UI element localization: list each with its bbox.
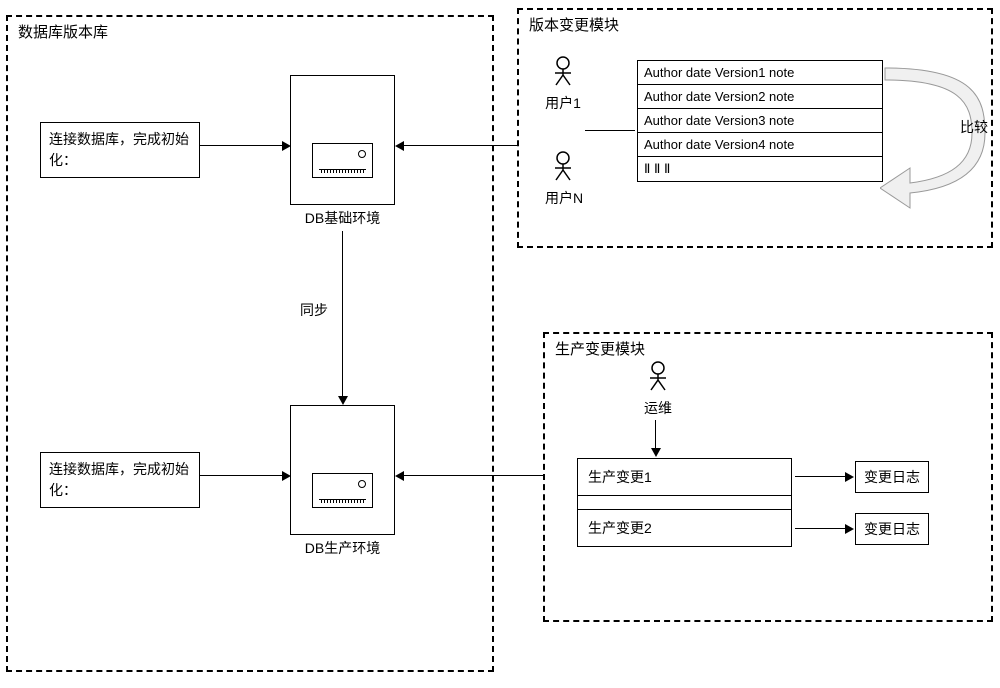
prod-change-row: 生产变更1 xyxy=(578,459,792,496)
arrow-prod2-log xyxy=(795,528,845,529)
arrow-prod-to-server xyxy=(404,475,543,476)
arrow-prod1-log xyxy=(795,476,845,477)
arrowhead-init-top xyxy=(282,141,291,151)
version-row: Author date Version4 note xyxy=(638,133,883,157)
arrowhead-version xyxy=(395,141,404,151)
compare-arrow-icon xyxy=(880,58,995,216)
line-users-to-table xyxy=(585,130,635,131)
init-box-bottom: 连接数据库，完成初始化： xyxy=(40,452,200,508)
user-ops: 运维 xyxy=(640,360,676,418)
log-box-2: 变更日志 xyxy=(855,513,929,545)
prod-change-row: 生产变更2 xyxy=(578,510,792,547)
version-row: Author date Version3 note xyxy=(638,109,883,133)
arrow-sync xyxy=(342,231,343,396)
db-repo-region: 数据库版本库 xyxy=(6,15,494,672)
arrowhead-prod xyxy=(395,471,404,481)
arrowhead-ops xyxy=(651,448,661,457)
arrowhead-sync xyxy=(338,396,348,405)
log-box-1: 变更日志 xyxy=(855,461,929,493)
table-spacer xyxy=(578,496,792,510)
arrow-version-to-server xyxy=(404,145,517,146)
arrowhead-init-bottom xyxy=(282,471,291,481)
arrowhead-prod1-log xyxy=(845,472,854,482)
db-repo-title: 数据库版本库 xyxy=(18,21,108,42)
user-icon xyxy=(549,55,577,91)
user-n-label: 用户N xyxy=(545,188,581,208)
init-box-top: 连接数据库，完成初始化： xyxy=(40,122,200,178)
server-prod: DB生产环境 xyxy=(290,405,395,535)
prod-change-title: 生产变更模块 xyxy=(555,338,645,359)
user-1-label: 用户1 xyxy=(545,93,581,113)
user-ops-label: 运维 xyxy=(640,398,676,418)
version-row: Author date Version2 note xyxy=(638,85,883,109)
compare-label: 比较 xyxy=(960,117,988,137)
user-icon xyxy=(644,360,672,396)
version-change-title: 版本变更模块 xyxy=(529,14,619,35)
arrow-init-to-server-top xyxy=(200,145,282,146)
arrow-ops-to-prodtable xyxy=(655,420,656,450)
version-row: Ⅱ Ⅱ Ⅱ xyxy=(638,157,883,182)
user-icon xyxy=(549,150,577,186)
version-table: Author date Version1 note Author date Ve… xyxy=(637,60,883,182)
prod-change-table: 生产变更1 生产变更2 xyxy=(577,458,792,547)
sync-label: 同步 xyxy=(300,300,328,320)
user-1: 用户1 xyxy=(545,55,581,113)
server-base: DB基础环境 xyxy=(290,75,395,205)
user-n: 用户N xyxy=(545,150,581,208)
version-row: Author date Version1 note xyxy=(638,61,883,85)
server-prod-label: DB生产环境 xyxy=(305,538,380,558)
server-base-label: DB基础环境 xyxy=(305,208,380,228)
arrow-init-to-server-bottom xyxy=(200,475,282,476)
arrowhead-prod2-log xyxy=(845,524,854,534)
